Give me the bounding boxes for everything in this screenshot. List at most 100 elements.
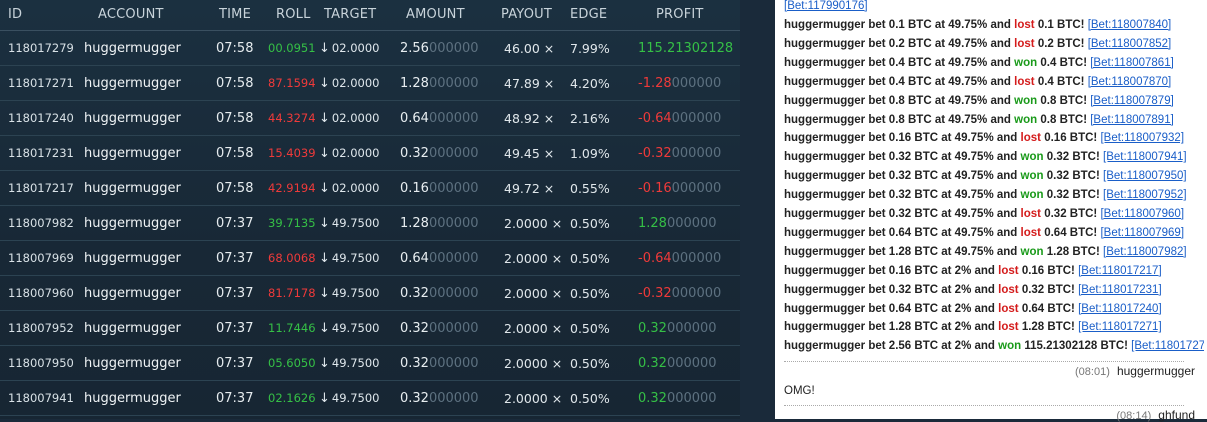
bet-link[interactable]: [Bet:118007852] — [1088, 38, 1172, 50]
bet-profit-zeros: 000000 — [666, 216, 717, 231]
bet-amount-zeros: 000000 — [428, 146, 479, 161]
bet-account[interactable]: huggermugger — [84, 356, 181, 371]
chat-user[interactable]: huggermugger — [784, 246, 865, 258]
bet-time: 07:58 — [216, 76, 254, 91]
header-time[interactable]: TIME — [219, 7, 251, 22]
chat-user[interactable]: huggermugger — [784, 170, 865, 182]
bet-id[interactable]: 118007941 — [8, 391, 74, 405]
header-roll[interactable]: ROLL — [276, 7, 311, 22]
chat-user[interactable]: huggermugger — [784, 57, 865, 69]
bet-link[interactable]: [Bet:118017271] — [1078, 321, 1162, 333]
bet-account[interactable]: huggermugger — [84, 251, 181, 266]
chat-user[interactable]: huggermugger — [784, 189, 865, 201]
header-target[interactable]: TARGET — [324, 7, 376, 22]
bet-account[interactable]: huggermugger — [84, 146, 181, 161]
bet-roll: 05.6050 — [268, 356, 316, 370]
bet-link[interactable]: [Bet:118007982] — [1103, 246, 1187, 258]
bet-id[interactable]: 118007952 — [8, 321, 74, 335]
chat-user[interactable]: huggermugger — [784, 227, 865, 239]
chat-user[interactable]: huggermugger — [784, 284, 865, 296]
bet-account[interactable]: huggermugger — [84, 181, 181, 196]
header-payout[interactable]: PAYOUT — [501, 7, 552, 22]
bet-id[interactable]: 118007950 — [8, 356, 74, 370]
bet-target: ↓ 02.0000 — [319, 41, 379, 56]
bet-link[interactable]: [Bet:118007969] — [1100, 227, 1184, 239]
bet-link[interactable]: [Bet:118007950] — [1103, 170, 1187, 182]
chat-user[interactable]: huggermugger — [784, 151, 865, 163]
bet-id[interactable]: 118017279 — [8, 41, 74, 55]
header-edge[interactable]: EDGE — [570, 7, 607, 22]
bet-account[interactable]: huggermugger — [84, 391, 181, 406]
bet-roll-value: 39.7135 — [268, 216, 316, 230]
bet-link[interactable]: [Bet:118017279] — [1131, 340, 1204, 352]
header-account[interactable]: ACCOUNT — [98, 7, 164, 22]
chat-user[interactable]: huggermugger — [784, 208, 865, 220]
table-row[interactable]: 118017279 huggermugger 07:58 00.0951 ↓ 02.000… — [0, 31, 740, 66]
chat-word: bet — [868, 19, 886, 31]
bet-link[interactable]: [Bet:118017231] — [1078, 284, 1162, 296]
bet-payout: 2.0000 × — [504, 216, 563, 231]
table-row[interactable]: 118007960 huggermugger 07:37 81.7178 ↓ 49.750… — [0, 276, 740, 311]
header-id[interactable]: ID — [8, 7, 22, 22]
bet-link[interactable]: [Bet:118007870] — [1088, 76, 1172, 88]
chat-user[interactable]: huggermugger — [784, 19, 865, 31]
bet-account[interactable]: huggermugger — [84, 111, 181, 126]
chat-result: won — [1014, 56, 1038, 69]
bet-account[interactable]: huggermugger — [84, 216, 181, 231]
chat-word: BTC! — [1072, 151, 1100, 164]
table-row[interactable]: 118017231 huggermugger 07:58 15.4039 ↓ 02.000… — [0, 136, 740, 171]
bet-id[interactable]: 118007969 — [8, 251, 74, 265]
chat-message-user[interactable]: huggermugger — [1117, 364, 1195, 378]
bet-account[interactable]: huggermugger — [84, 286, 181, 301]
header-profit[interactable]: PROFIT — [656, 7, 704, 22]
chat-user[interactable]: huggermugger — [784, 38, 865, 50]
arrow-down-icon: ↓ — [319, 391, 330, 406]
chat-amount: 0.2 — [888, 37, 905, 50]
bet-link[interactable]: [Bet:118007840] — [1088, 19, 1172, 31]
bet-id[interactable]: 118007982 — [8, 216, 74, 230]
bet-id[interactable]: 118017231 — [8, 146, 74, 160]
chat-user[interactable]: huggermugger — [784, 76, 865, 88]
bet-id[interactable]: 118017217 — [8, 181, 74, 195]
bet-link[interactable]: [Bet:118007932] — [1100, 132, 1184, 144]
bet-link[interactable]: [Bet:118007861] — [1090, 57, 1174, 69]
chat-user[interactable]: huggermugger — [784, 321, 865, 333]
bet-account[interactable]: huggermugger — [84, 76, 181, 91]
chat-word: BTC — [914, 264, 939, 277]
chat-user[interactable]: huggermugger — [784, 132, 865, 144]
table-row[interactable]: 118007952 huggermugger 07:37 11.7446 ↓ 49.750… — [0, 311, 740, 346]
table-row[interactable]: 118007941 huggermugger 07:37 02.1626 ↓ 49.750… — [0, 381, 740, 416]
table-row[interactable]: 118017271 huggermugger 07:58 87.1594 ↓ 02.000… — [0, 66, 740, 101]
chat-user[interactable]: huggermugger — [784, 114, 865, 126]
chat-user[interactable]: huggermugger — [784, 95, 865, 107]
bet-link[interactable]: [Bet:118007891] — [1090, 114, 1174, 126]
bet-link[interactable]: [Bet:118007941] — [1103, 151, 1187, 163]
bet-id[interactable]: 118017240 — [8, 111, 74, 125]
bet-edge: 2.16% — [570, 111, 610, 126]
bet-account[interactable]: huggermugger — [84, 41, 181, 56]
chat-chance: 49.75% — [948, 113, 988, 126]
chat-chance: 2% — [954, 264, 972, 277]
bet-target: ↓ 02.0000 — [319, 111, 379, 126]
chat-user[interactable]: huggermugger — [784, 303, 865, 315]
table-row[interactable]: 118007950 huggermugger 07:37 05.6050 ↓ 49.750… — [0, 346, 740, 381]
chat-result: won — [1020, 245, 1044, 258]
bet-link[interactable]: [Bet:118017217] — [1078, 265, 1162, 277]
bet-id[interactable]: 118007960 — [8, 286, 74, 300]
chat-user[interactable]: huggermugger — [784, 340, 865, 352]
chat-message-user[interactable]: ghfund — [1158, 408, 1195, 422]
bet-link[interactable]: [Bet:118017240] — [1078, 303, 1162, 315]
chat-user[interactable]: huggermugger — [784, 265, 865, 277]
bet-link[interactable]: [Bet:118007952] — [1103, 189, 1187, 201]
bet-id[interactable]: 118017271 — [8, 76, 74, 90]
table-row[interactable]: 118007969 huggermugger 07:37 68.0068 ↓ 49.750… — [0, 241, 740, 276]
bet-account[interactable]: huggermugger — [84, 321, 181, 336]
bet-link[interactable]: [Bet:118007879] — [1090, 95, 1174, 107]
table-row[interactable]: 118017217 huggermugger 07:58 42.9194 ↓ 02.000… — [0, 171, 740, 206]
table-row[interactable]: 118017240 huggermugger 07:58 44.3274 ↓ 02.000… — [0, 101, 740, 136]
table-row[interactable]: 118007982 huggermugger 07:37 39.7135 ↓ 49.750… — [0, 206, 740, 241]
header-amount[interactable]: AMOUNT — [406, 7, 465, 22]
bet-link[interactable]: [Bet:117990176] — [784, 0, 868, 12]
chat-line: huggermugger bet 1.28 BTC at 49.75% and … — [784, 246, 1204, 264]
bet-link[interactable]: [Bet:118007960] — [1100, 208, 1184, 220]
